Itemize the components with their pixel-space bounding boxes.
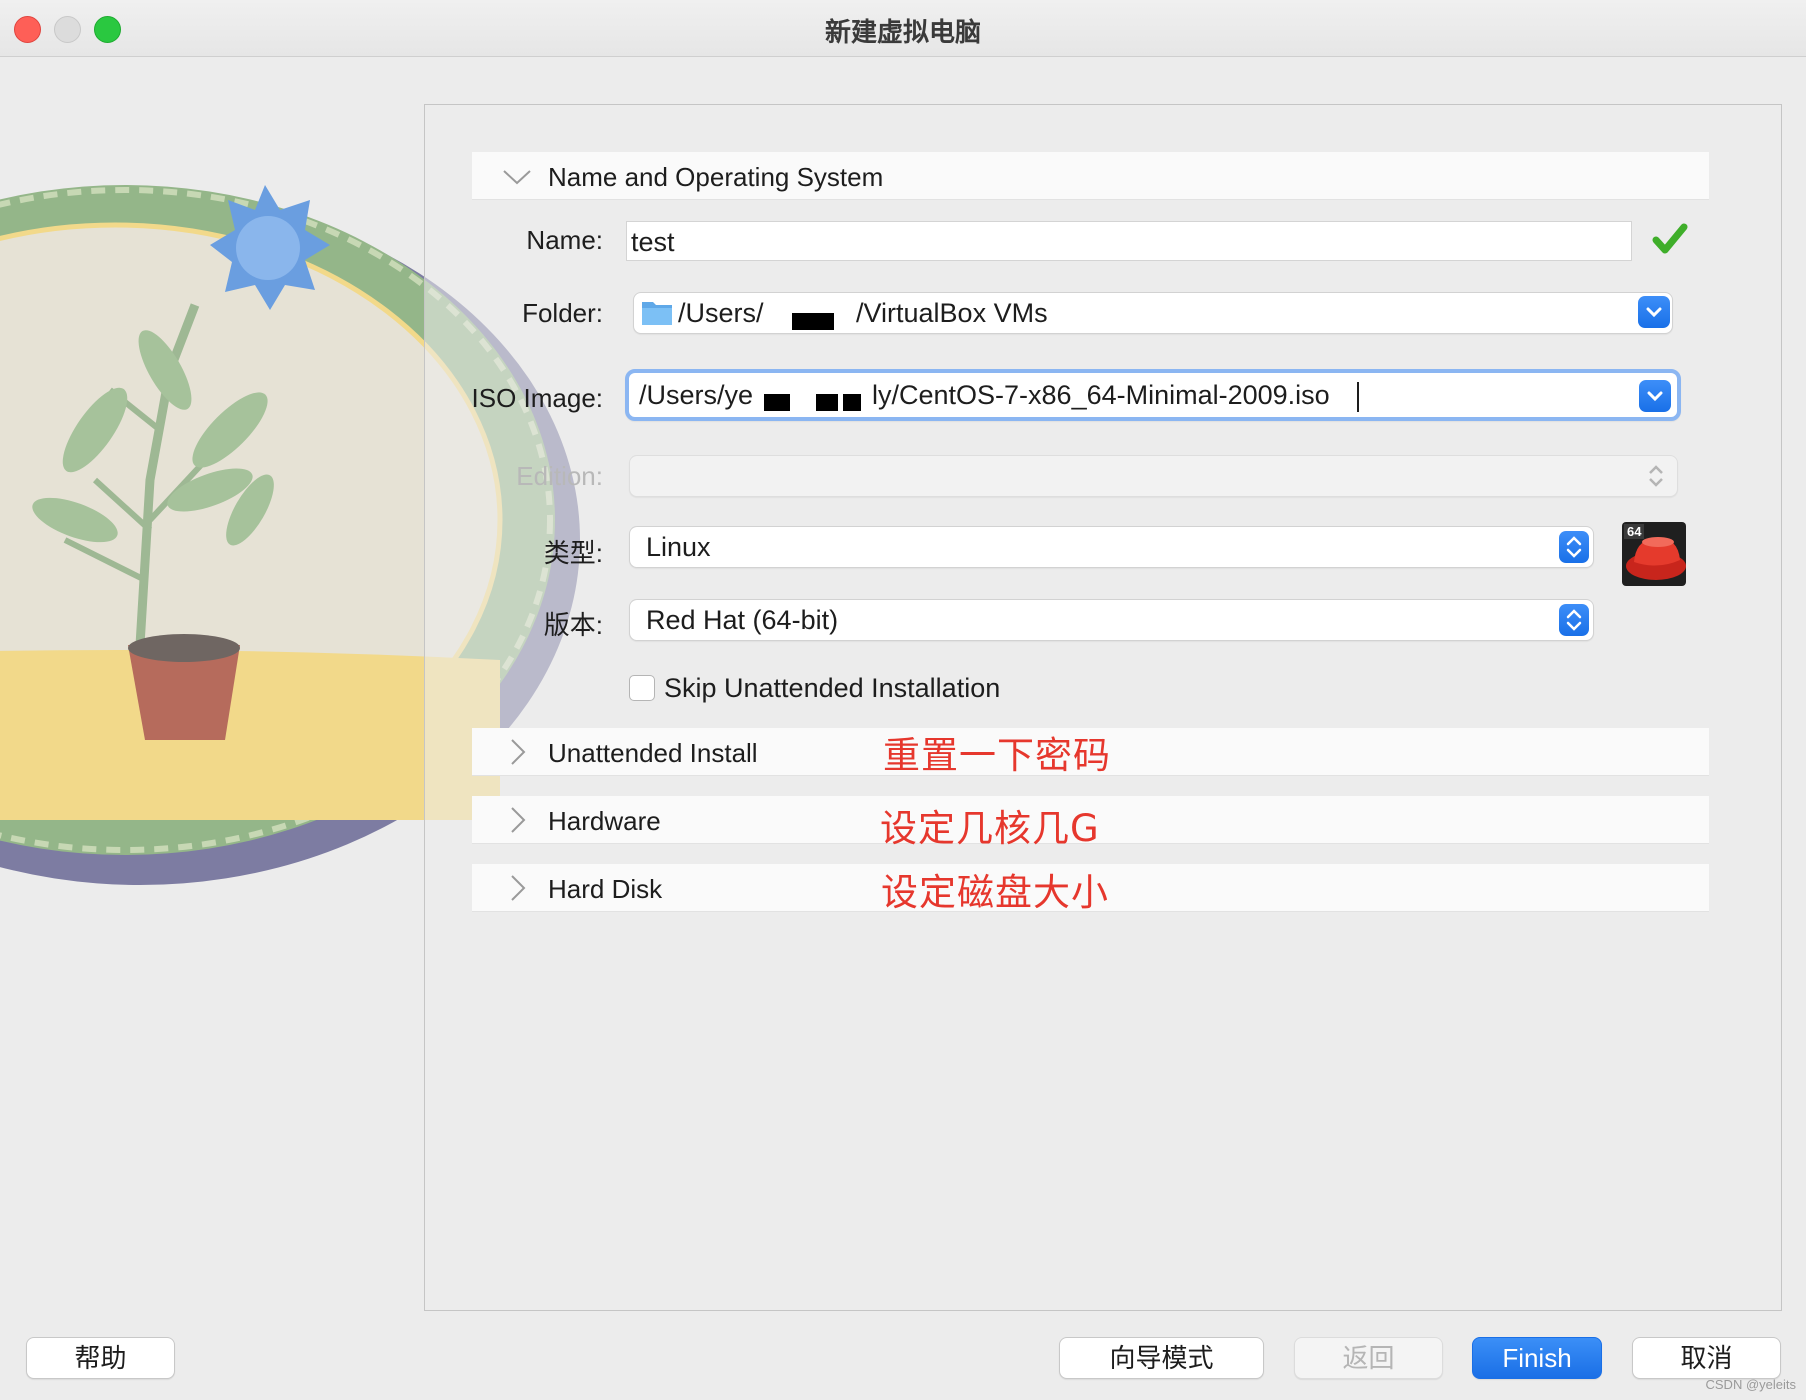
finish-button[interactable]: Finish bbox=[1472, 1337, 1602, 1379]
redhat-os-icon: 64 bbox=[1622, 522, 1686, 586]
redaction-mark bbox=[764, 394, 790, 411]
chevron-down-icon bbox=[1647, 391, 1663, 402]
back-button[interactable]: 返回 bbox=[1294, 1337, 1443, 1379]
folder-icon bbox=[642, 302, 672, 325]
cancel-button[interactable]: 取消 bbox=[1632, 1337, 1781, 1379]
version-select-stepper[interactable] bbox=[1559, 604, 1589, 636]
type-select[interactable]: Linux bbox=[629, 526, 1594, 568]
section-unattended-label: Unattended Install bbox=[548, 738, 758, 768]
iso-image-label: ISO Image: bbox=[471, 383, 604, 413]
annotation-reset-password: 重置一下密码 bbox=[883, 734, 1111, 777]
section-name-os-label: Name and Operating System bbox=[548, 162, 884, 192]
title-bar: 新建虚拟电脑 bbox=[0, 0, 1806, 57]
iso-dropdown-button[interactable] bbox=[1639, 380, 1671, 412]
version-label: 版本: bbox=[543, 610, 603, 640]
folder-path-start: /Users/ bbox=[678, 298, 764, 328]
annotation-set-cores-memory: 设定几核几G bbox=[880, 807, 1100, 850]
folder-dropdown-button[interactable] bbox=[1638, 296, 1670, 328]
version-value: Red Hat (64-bit) bbox=[646, 605, 839, 635]
skip-unattended-label[interactable]: Skip Unattended Installation bbox=[664, 673, 1000, 704]
window-title: 新建虚拟电脑 bbox=[824, 17, 981, 47]
iso-path-end: ly/CentOS-7-x86_64-Minimal-2009.iso bbox=[872, 380, 1330, 410]
help-button[interactable]: 帮助 bbox=[26, 1337, 175, 1379]
section-hard-disk-label: Hard Disk bbox=[548, 874, 663, 904]
redaction-mark bbox=[792, 313, 834, 330]
type-label: 类型: bbox=[543, 538, 603, 568]
section-name-os-header[interactable]: Name and Operating System bbox=[472, 152, 1709, 200]
redaction-mark bbox=[816, 394, 838, 411]
redaction-mark bbox=[843, 394, 861, 411]
chevron-down-icon bbox=[503, 170, 531, 185]
watermark-credit: CSDN @yeleits bbox=[1705, 1377, 1797, 1392]
up-down-arrows-icon bbox=[1649, 465, 1663, 487]
chevron-right-icon bbox=[511, 807, 526, 833]
version-select[interactable]: Red Hat (64-bit) bbox=[629, 599, 1594, 641]
text-cursor bbox=[1357, 382, 1359, 412]
folder-path-end: /VirtualBox VMs bbox=[856, 298, 1048, 328]
edition-label: Edition: bbox=[516, 461, 603, 491]
chevron-right-icon bbox=[511, 739, 526, 765]
iso-path-start: /Users/ye bbox=[639, 380, 754, 410]
chevron-right-icon bbox=[511, 875, 526, 901]
folder-label: Folder: bbox=[522, 298, 603, 328]
section-hardware-label: Hardware bbox=[548, 806, 661, 836]
name-label: Name: bbox=[526, 225, 603, 255]
up-down-arrows-icon bbox=[1566, 609, 1582, 631]
guided-mode-button[interactable]: 向导模式 bbox=[1059, 1337, 1264, 1379]
skip-unattended-checkbox[interactable] bbox=[629, 675, 655, 701]
valid-checkmark-icon bbox=[1652, 223, 1688, 254]
up-down-arrows-icon bbox=[1566, 536, 1582, 558]
name-input[interactable]: test bbox=[626, 221, 1632, 261]
chevron-down-icon bbox=[1646, 307, 1662, 318]
edition-select[interactable] bbox=[629, 455, 1678, 497]
settings-panel bbox=[424, 104, 1782, 1311]
os-64bit-badge: 64 bbox=[1624, 524, 1645, 539]
type-value: Linux bbox=[646, 532, 711, 562]
folder-combo[interactable]: /Users/ /VirtualBox VMs bbox=[633, 292, 1673, 334]
annotation-set-disk-size: 设定磁盘大小 bbox=[881, 871, 1109, 914]
type-select-stepper[interactable] bbox=[1559, 531, 1589, 563]
iso-image-combo[interactable]: /Users/ye ly/CentOS-7-x86_64-Minimal-200… bbox=[625, 369, 1681, 421]
